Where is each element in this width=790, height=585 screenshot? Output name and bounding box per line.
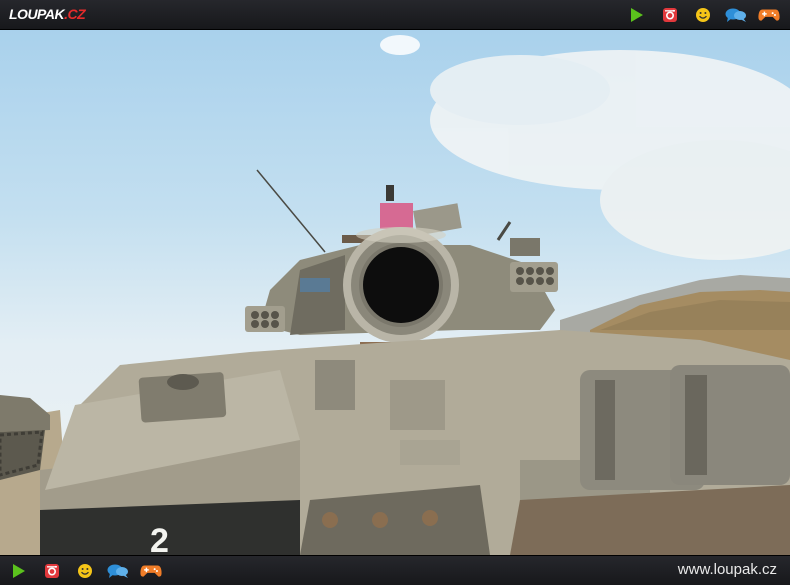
smiley-icon[interactable] <box>74 561 96 581</box>
chat-icon[interactable] <box>725 5 747 25</box>
turret-number: 2 <box>150 522 169 555</box>
tank-illustration: 2 <box>0 35 790 555</box>
gamepad-icon[interactable] <box>758 5 780 25</box>
smiley-icon[interactable] <box>692 5 714 25</box>
instagram-icon[interactable] <box>659 5 681 25</box>
gamepad-icon[interactable] <box>140 561 162 581</box>
antenna <box>256 169 326 253</box>
top-bar: LOUPAK.CZ <box>0 0 790 30</box>
bottom-icon-group <box>8 561 162 581</box>
top-icon-group <box>626 5 780 25</box>
tank-photo: 2 <box>0 30 790 555</box>
pink-marker <box>380 203 413 229</box>
site-logo[interactable]: LOUPAK.CZ <box>9 6 86 22</box>
chat-icon[interactable] <box>107 561 129 581</box>
logo-tld: .CZ <box>64 6 86 22</box>
logo-text: LOUPAK <box>9 6 65 22</box>
play-icon[interactable] <box>8 561 30 581</box>
instagram-icon[interactable] <box>41 561 63 581</box>
play-icon[interactable] <box>626 5 648 25</box>
bottom-bar: www.loupak.cz <box>0 555 790 585</box>
site-url[interactable]: www.loupak.cz <box>678 561 777 578</box>
